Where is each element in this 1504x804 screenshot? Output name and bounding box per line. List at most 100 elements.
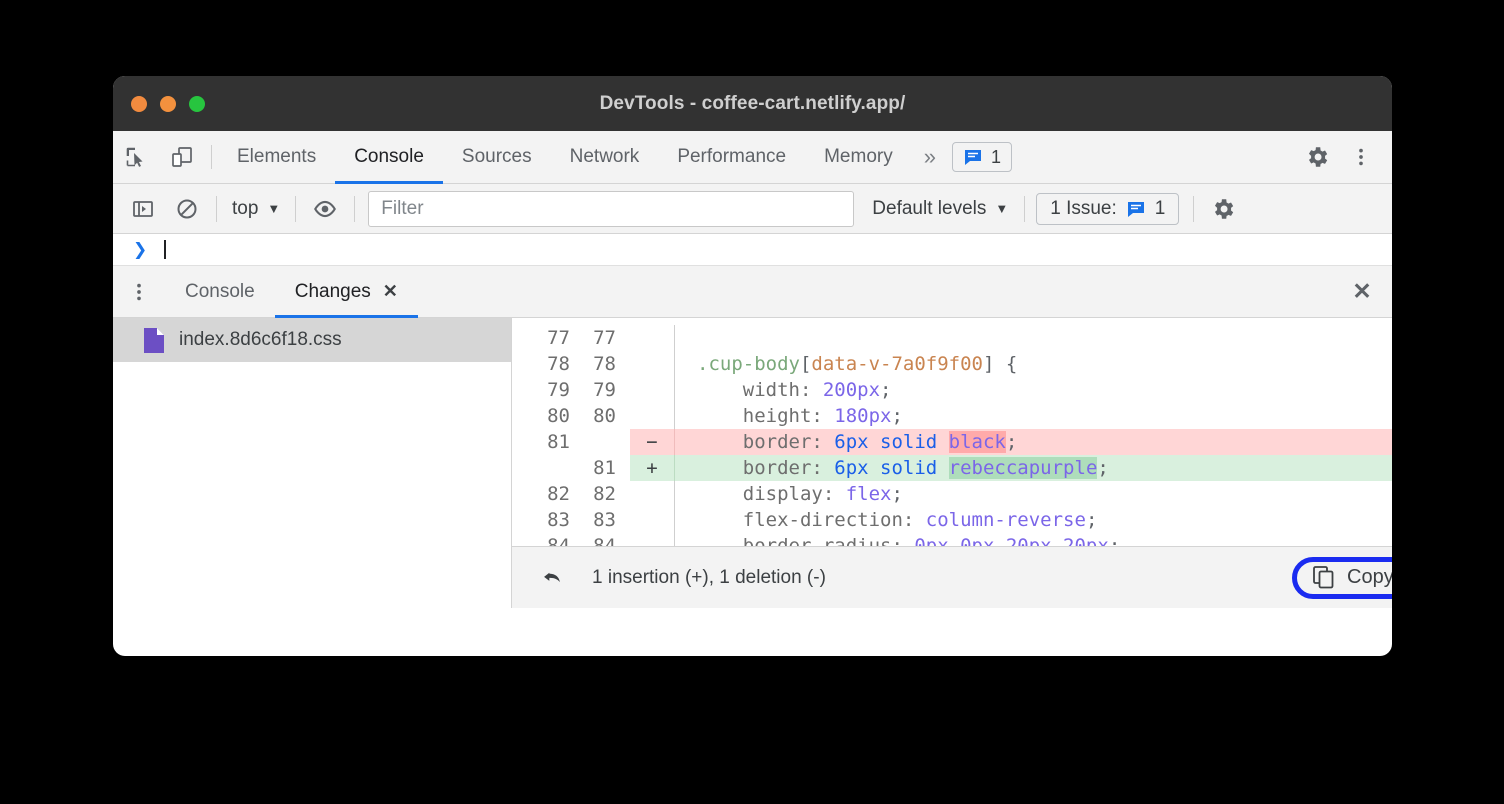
screen-root: DevTools - coffee-cart.netlify.app/: [0, 0, 1504, 804]
diff-line: 8484 border-radius: 0px 0px 20px 20px;: [512, 533, 1392, 546]
drawer-more-kebab-icon[interactable]: [113, 266, 165, 317]
filter-input[interactable]: Filter: [368, 191, 854, 227]
tab-console-label: Console: [354, 146, 424, 168]
console-prompt-row[interactable]: ❯: [113, 234, 1392, 266]
log-levels-label: Default levels: [872, 198, 986, 220]
console-sidebar-icon[interactable]: [121, 184, 165, 233]
diff-viewer[interactable]: 77777878.cup-body[data-v-7a0f9f00] {7979…: [512, 318, 1392, 546]
diff-line-number-old: 83: [512, 507, 572, 533]
issues-count: 1: [991, 147, 1001, 168]
console-toolbar-divider-4: [1024, 196, 1025, 222]
changes-file-sidebar: index.8d6c6f18.css: [113, 318, 512, 608]
diff-summary-text: 1 insertion (+), 1 deletion (-): [592, 567, 826, 589]
close-window-button[interactable]: [131, 96, 147, 112]
diff-code-text: border: 6px solid rebeccapurple;: [674, 455, 1392, 481]
prompt-chevron-icon: ❯: [133, 240, 147, 260]
tab-elements-label: Elements: [237, 146, 316, 168]
console-toolbar-divider-5: [1193, 196, 1194, 222]
drawer-tab-changes[interactable]: Changes ✕: [275, 266, 418, 317]
diff-line: 7878 .cup-body[data-v-7a0f9f00] {: [512, 351, 1392, 377]
console-toolbar-divider-2: [295, 196, 296, 222]
diff-line-number-old: 84: [512, 533, 572, 546]
diff-line: 8383 flex-direction: column-reverse;: [512, 507, 1392, 533]
console-toolbar: top ▼ Filter Default levels ▼ 1 Issue:: [113, 184, 1392, 234]
drawer-tab-changes-close-icon[interactable]: ✕: [383, 281, 398, 302]
more-tabs-chevron-icon[interactable]: »: [912, 131, 948, 183]
tab-network[interactable]: Network: [551, 131, 659, 183]
diff-line-number-old: 77: [512, 325, 572, 351]
traffic-lights: [131, 96, 205, 112]
list-item-label: index.8d6c6f18.css: [179, 329, 342, 351]
diff-marker: −: [630, 429, 674, 455]
issues-toolbar-count: 1: [1155, 198, 1166, 220]
live-expression-icon[interactable]: [303, 184, 347, 233]
list-item[interactable]: index.8d6c6f18.css: [113, 318, 511, 362]
diff-code-text: width: 200px;: [674, 377, 1392, 403]
diff-line-number-old: 78: [512, 351, 572, 377]
execution-context-label: top: [232, 198, 258, 220]
chevron-down-icon: ▼: [267, 201, 280, 216]
diff-line: 7777: [512, 325, 1392, 351]
diff-line-number-new: 84: [572, 533, 618, 546]
tab-network-label: Network: [570, 146, 640, 168]
console-settings-gear-icon[interactable]: [1201, 184, 1245, 233]
copy-button[interactable]: Copy: [1292, 557, 1392, 599]
inspect-element-icon[interactable]: [113, 131, 159, 183]
changes-diff-pane: 77777878.cup-body[data-v-7a0f9f00] {7979…: [512, 318, 1392, 608]
tab-performance[interactable]: Performance: [658, 131, 805, 183]
diff-code-text: border-radius: 0px 0px 20px 20px;: [674, 533, 1392, 546]
console-toolbar-divider-3: [354, 196, 355, 222]
drawer-tab-console[interactable]: Console: [165, 266, 275, 317]
diff-line-number-old: 80: [512, 403, 572, 429]
diff-line-number-new: 81: [572, 455, 618, 481]
diff-marker: [630, 351, 674, 377]
devtools-drawer: Console Changes ✕ ✕: [113, 266, 1392, 608]
diff-code-text: height: 180px;: [674, 403, 1392, 429]
tab-memory-label: Memory: [824, 146, 893, 168]
diff-line-number-new: 83: [572, 507, 618, 533]
more-tabs-glyph: »: [924, 144, 936, 170]
diff-marker: [630, 533, 674, 546]
tab-memory[interactable]: Memory: [805, 131, 912, 183]
diff-marker: [630, 507, 674, 533]
diff-code-text: .cup-body[data-v-7a0f9f00] {: [674, 351, 1392, 377]
message-bubble-icon: [963, 147, 983, 167]
filter-placeholder: Filter: [381, 198, 423, 220]
tab-performance-label: Performance: [677, 146, 786, 168]
window-title: DevTools - coffee-cart.netlify.app/: [600, 93, 906, 115]
tab-elements[interactable]: Elements: [218, 131, 335, 183]
diff-marker: [630, 481, 674, 507]
tab-sources[interactable]: Sources: [443, 131, 551, 183]
diff-marker: +: [630, 455, 674, 481]
tab-console[interactable]: Console: [335, 131, 443, 183]
diff-line-number-old: 79: [512, 377, 572, 403]
execution-context-selector[interactable]: top ▼: [224, 198, 288, 220]
copy-button-label: Copy: [1347, 566, 1392, 589]
revert-icon[interactable]: [530, 547, 578, 608]
chevron-down-icon-levels: ▼: [995, 201, 1008, 216]
diff-line-number-new: [572, 429, 618, 455]
devtools-main-tabbar: Elements Console Sources Network Perform…: [113, 131, 1392, 184]
gear-icon[interactable]: [1296, 131, 1338, 183]
diff-marker: [630, 325, 674, 351]
diff-code-text: flex-direction: column-reverse;: [674, 507, 1392, 533]
main-menu-kebab-icon[interactable]: [1340, 131, 1382, 183]
log-levels-selector[interactable]: Default levels ▼: [872, 198, 1008, 220]
diff-line: 8080 height: 180px;: [512, 403, 1392, 429]
drawer-close-icon[interactable]: ✕: [1332, 266, 1392, 317]
diff-line-number-old: 81: [512, 429, 572, 455]
diff-line-number-new: 80: [572, 403, 618, 429]
issues-toolbar-button[interactable]: 1 Issue: 1: [1036, 193, 1179, 225]
tab-sources-label: Sources: [462, 146, 532, 168]
minimize-window-button[interactable]: [160, 96, 176, 112]
maximize-window-button[interactable]: [189, 96, 205, 112]
diff-line: 7979 width: 200px;: [512, 377, 1392, 403]
diff-line-number-new: 78: [572, 351, 618, 377]
device-toolbar-icon[interactable]: [159, 131, 205, 183]
diff-code-text: border: 6px solid black;: [674, 429, 1392, 455]
tabbar-right-actions: [1281, 131, 1392, 183]
diff-line: 81 − border: 6px solid black;: [512, 429, 1392, 455]
clear-console-icon[interactable]: [165, 184, 209, 233]
diff-status-bar: 1 insertion (+), 1 deletion (-): [512, 546, 1392, 608]
issues-counter-chip[interactable]: 1: [952, 142, 1012, 172]
